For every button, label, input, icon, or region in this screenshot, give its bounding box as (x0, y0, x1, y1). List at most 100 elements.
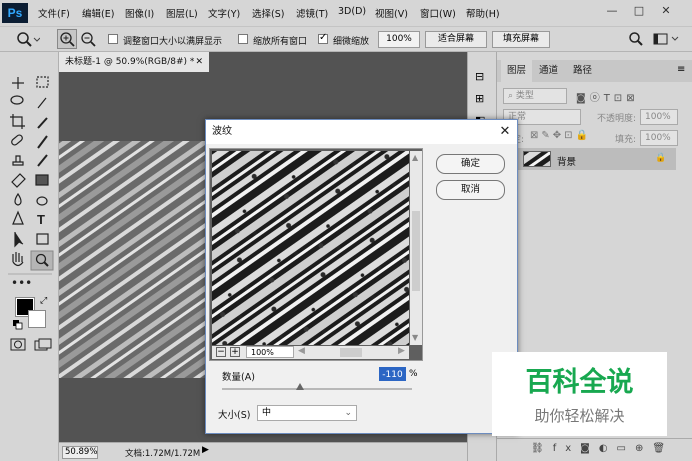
opacity-label: 不透明度: (597, 114, 637, 124)
menu-window[interactable]: 窗口(W) (420, 6, 456, 20)
zoom-tool-preset-icon[interactable] (14, 30, 41, 48)
lock-icons[interactable]: ⊠✎✥⊡🔒 (530, 130, 591, 141)
preview-horizontal-scrollbar[interactable]: − + 100% ◀ ▶ (212, 346, 409, 359)
move-tool-icon (12, 77, 24, 89)
layer-filter-icons[interactable]: ◙ⓞT⊡⊠ (576, 89, 676, 104)
preview-zoom-in-icon[interactable]: + (230, 347, 240, 357)
history-panel-icon[interactable]: ⊟ (475, 70, 491, 84)
status-arrow-icon[interactable]: ▶ (202, 445, 209, 455)
zoom-tool-active-bg (30, 250, 54, 271)
close-button[interactable]: ✕ (655, 2, 677, 20)
swap-colors-icon[interactable]: ⤢ (40, 296, 50, 306)
eraser-tool-icon (11, 173, 26, 188)
size-select[interactable]: 中 ⌄ (257, 405, 357, 421)
amount-slider[interactable] (222, 388, 412, 390)
pen-tool-icon (12, 210, 24, 225)
fill-field[interactable]: 100% (640, 130, 678, 146)
tab-channels[interactable]: 通道 (533, 60, 564, 82)
amount-slider-thumb[interactable] (295, 383, 304, 390)
zoom-all-label: 缩放所有窗口 (253, 37, 308, 47)
tab-layers[interactable]: 图层 (501, 60, 533, 82)
cancel-button[interactable]: 取消 (436, 180, 505, 200)
panel-menu-icon[interactable]: ≡ (677, 64, 685, 75)
status-bar: 50.89% 文档:1.72M/1.72M ▶ (59, 442, 467, 461)
layers-panel-tabs: 图层 通道 路径 ≡ (497, 60, 692, 82)
layer-filter-select[interactable]: ⌕ 类型 (503, 88, 567, 104)
scroll-left-icon[interactable]: ◀ (298, 346, 305, 356)
lasso-tool-icon (10, 95, 24, 105)
layers-panel-footer: ⛓fx◙◐▭⊕🗑 (497, 438, 692, 461)
scroll-right-icon[interactable]: ▶ (398, 346, 405, 356)
type-tool-icon: T (37, 212, 45, 227)
blur-tool-icon (14, 192, 22, 206)
resize-windows-checkbox[interactable] (108, 34, 118, 44)
fill-label: 填充: (615, 135, 637, 145)
filter-preview[interactable] (212, 151, 409, 345)
status-zoom[interactable]: 50.89% (62, 446, 98, 459)
tab-close-icon[interactable]: ✕ (195, 52, 203, 72)
menu-type[interactable]: 文字(Y) (208, 6, 240, 20)
fit-screen-button[interactable]: 适合屏幕 (425, 31, 487, 48)
layer-lock-icon: 🔒 (655, 153, 667, 163)
quick-mask-icon[interactable] (10, 338, 26, 352)
size-label: 大小(S) (218, 410, 251, 421)
scrubby-zoom-checkbox[interactable] (318, 32, 328, 44)
menu-filter[interactable]: 滤镜(T) (296, 6, 328, 20)
menu-image[interactable]: 图像(I) (125, 6, 154, 20)
properties-panel-icon[interactable]: ⊞ (475, 92, 491, 106)
document-canvas[interactable] (59, 141, 209, 378)
screen-mode-icon[interactable] (34, 338, 52, 352)
brush-tool-icon (37, 135, 48, 149)
menu-help[interactable]: 帮助(H) (466, 6, 500, 20)
menu-view[interactable]: 视图(V) (375, 6, 408, 20)
chevron-down-icon: ⌄ (344, 408, 352, 418)
options-bar: 调整窗口大小以满屏显示 缩放所有窗口 细微缩放 100% 适合屏幕 填充屏幕 (0, 26, 692, 52)
gradient-tool-icon (35, 174, 49, 186)
fill-screen-button[interactable]: 填充屏幕 (492, 31, 550, 48)
status-doc-size: 文档:1.72M/1.72M (125, 449, 201, 459)
opacity-field[interactable]: 100% (640, 109, 678, 125)
tab-paths[interactable]: 路径 (567, 60, 598, 82)
search-icon[interactable] (628, 31, 644, 47)
vertical-scroll-thumb[interactable] (412, 211, 420, 291)
path-selection-icon (14, 232, 24, 248)
minimize-button[interactable]: — (601, 2, 623, 20)
preview-zoom-select[interactable]: 100% (246, 346, 294, 358)
zoom-in-icon[interactable] (57, 29, 77, 49)
menu-file[interactable]: 文件(F) (38, 6, 70, 20)
zoom-all-checkbox[interactable] (238, 34, 248, 44)
amount-unit: % (409, 369, 418, 379)
menu-3d[interactable]: 3D(D) (338, 6, 366, 17)
menu-select[interactable]: 选择(S) (252, 6, 284, 20)
menu-bar: Ps 文件(F) 编辑(E) 图像(I) 图层(L) 文字(Y) 选择(S) 滤… (0, 0, 692, 26)
document-tab[interactable]: 未标题-1 @ 50.9%(RGB/8#) * ✕ (59, 52, 209, 72)
document-tab-title: 未标题-1 @ 50.9%(RGB/8#) * (65, 57, 195, 67)
tools-panel: T ••• ⤢ (0, 52, 59, 461)
rectangle-tool-icon (36, 233, 49, 245)
scroll-up-icon[interactable]: ▲ (412, 153, 418, 162)
clone-stamp-icon (12, 155, 24, 166)
magic-wand-icon (37, 97, 47, 109)
history-brush-icon (37, 154, 48, 167)
workspace-switcher-icon[interactable] (652, 31, 682, 47)
zoom-value-field[interactable]: 100% (378, 31, 420, 48)
amount-label: 数量(A) (222, 372, 255, 383)
horizontal-scroll-thumb[interactable] (340, 348, 362, 357)
default-colors-icon[interactable] (13, 320, 23, 330)
background-color-swatch[interactable] (28, 310, 46, 328)
amount-input[interactable]: -110 (379, 367, 406, 381)
preview-zoom-out-icon[interactable]: − (216, 347, 226, 357)
size-select-value: 中 (262, 408, 272, 418)
zoom-out-icon[interactable] (79, 30, 99, 50)
menu-layer[interactable]: 图层(L) (166, 6, 198, 20)
maximize-button[interactable]: □ (628, 2, 650, 20)
dialog-close-icon[interactable]: ✕ (494, 120, 516, 144)
layer-footer-icons[interactable]: ⛓fx◙◐▭⊕🗑 (531, 443, 674, 454)
ok-button[interactable]: 确定 (436, 154, 505, 174)
menu-edit[interactable]: 编辑(E) (82, 6, 114, 20)
filter-placeholder: 类型 (515, 91, 534, 101)
preview-vertical-scrollbar[interactable]: ▲ ▼ (410, 151, 422, 345)
scroll-down-icon[interactable]: ▼ (412, 333, 418, 342)
marquee-tool-icon (36, 76, 49, 88)
search-icon: ⌕ (508, 91, 514, 101)
